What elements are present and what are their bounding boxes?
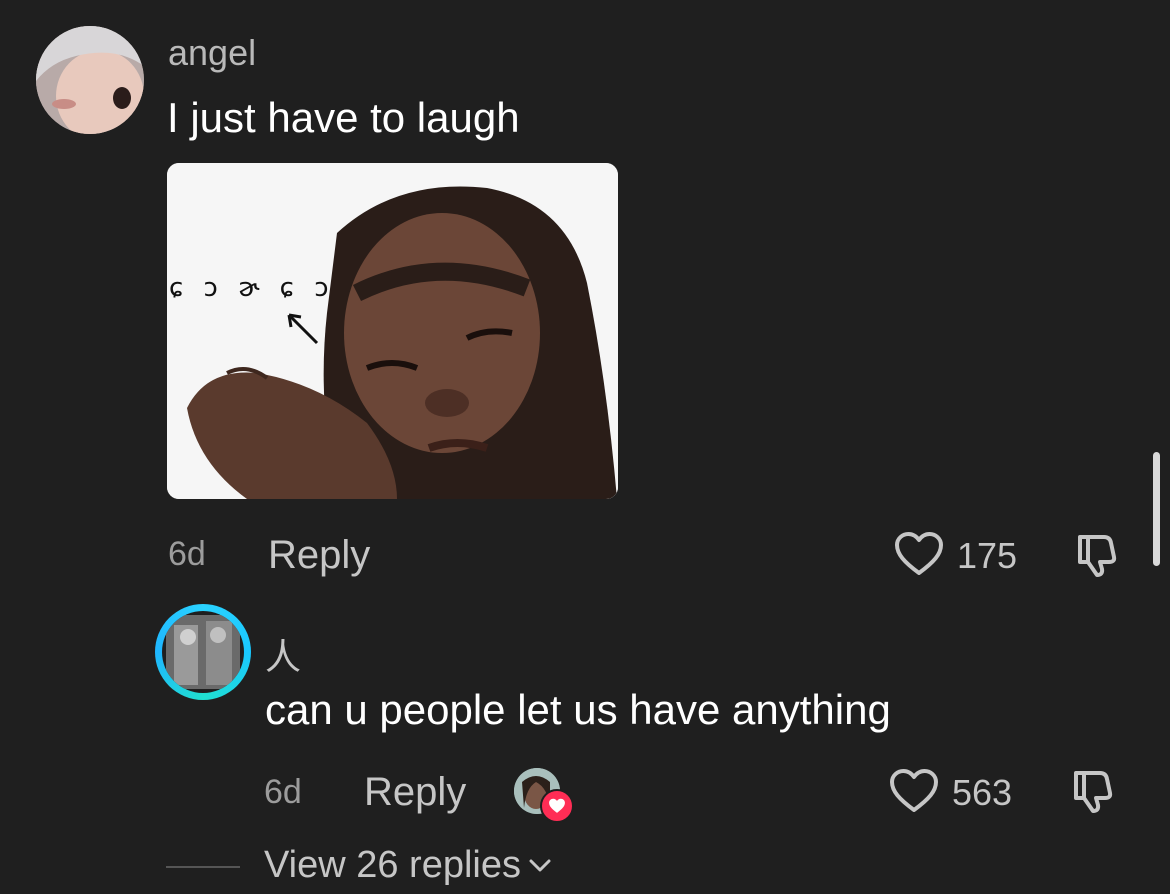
heart-outline-icon[interactable]: [892, 530, 946, 578]
divider: [166, 866, 240, 868]
user-avatar[interactable]: [162, 611, 244, 693]
view-replies-label: View 26 replies: [264, 844, 522, 886]
avatar-photo: [166, 615, 240, 689]
chevron-down-icon: [529, 859, 551, 871]
comment-username[interactable]: angel: [168, 32, 256, 74]
thumbs-down-icon[interactable]: [1068, 766, 1120, 816]
heart-outline-icon[interactable]: [887, 767, 941, 815]
scrollbar[interactable]: [1153, 452, 1160, 566]
comment-time: 6d: [264, 773, 302, 811]
view-replies-button[interactable]: View 26 replies: [264, 844, 551, 887]
creator-liked-heart-icon: [540, 789, 574, 823]
avatar-photo: [36, 26, 144, 134]
like-count: 563: [952, 772, 1013, 813]
comment-attachment-image[interactable]: ɕ ɔ ɚ ɕ ɔ: [167, 163, 618, 499]
comment-username[interactable]: 人: [265, 628, 301, 680]
user-avatar[interactable]: [36, 26, 144, 134]
image-caption: ɕ ɔ ɚ ɕ ɔ: [169, 273, 335, 303]
comment-text: I just have to laugh: [167, 94, 520, 141]
like-count: 175: [957, 535, 1018, 576]
thumbs-down-icon[interactable]: [1072, 530, 1124, 580]
reaction-image: [167, 163, 618, 499]
comment-time: 6d: [168, 535, 206, 573]
reply-button[interactable]: Reply: [364, 770, 466, 815]
comment-text: can u people let us have anything: [265, 686, 891, 733]
reply-button[interactable]: Reply: [268, 533, 370, 578]
